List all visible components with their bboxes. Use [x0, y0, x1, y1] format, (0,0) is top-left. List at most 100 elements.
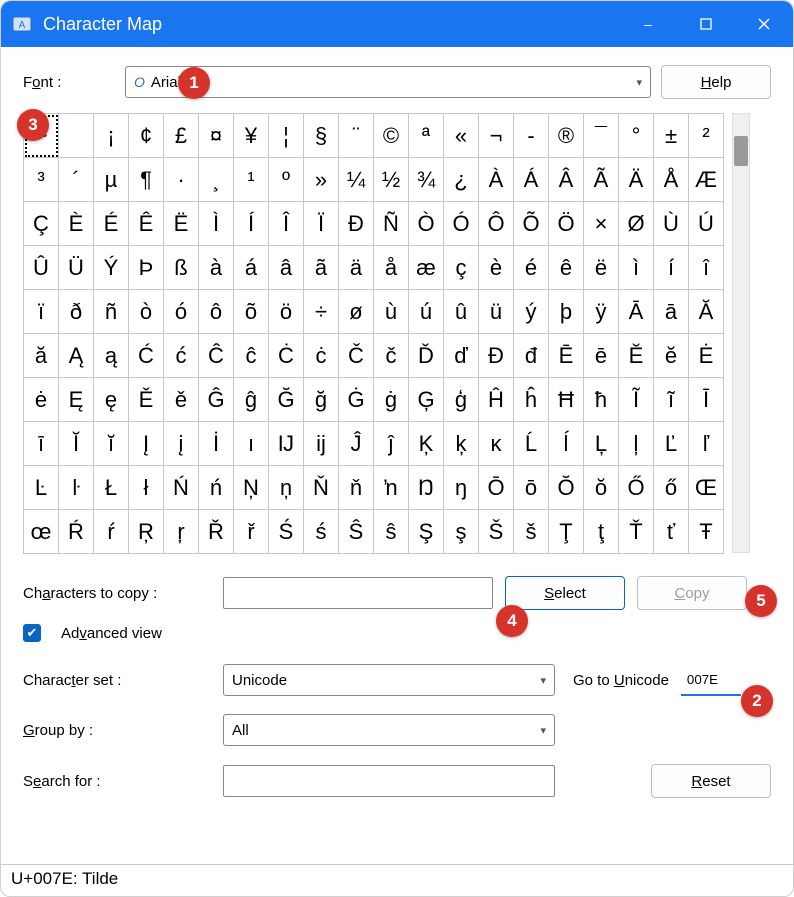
char-cell[interactable]: Č [339, 334, 374, 378]
char-cell[interactable]: ¿ [444, 158, 479, 202]
char-cell[interactable]: ī [24, 422, 59, 466]
char-cell[interactable]: ŝ [374, 510, 409, 554]
char-cell[interactable]: İ [199, 422, 234, 466]
char-cell[interactable]: ÷ [304, 290, 339, 334]
char-cell[interactable]: µ [94, 158, 129, 202]
char-cell[interactable]: ŉ [374, 466, 409, 510]
char-cell[interactable]: Ě [129, 378, 164, 422]
char-cell[interactable]: Ĵ [339, 422, 374, 466]
char-cell[interactable]: É [94, 202, 129, 246]
close-button[interactable] [735, 1, 793, 47]
char-cell[interactable]: æ [409, 246, 444, 290]
char-cell[interactable]: đ [514, 334, 549, 378]
char-cell[interactable]: ċ [304, 334, 339, 378]
char-cell[interactable]: Ĉ [199, 334, 234, 378]
reset-button[interactable]: Reset [651, 764, 771, 798]
char-cell[interactable]: ¡ [94, 114, 129, 158]
grid-scrollbar[interactable] [732, 113, 750, 553]
char-cell[interactable]: ħ [584, 378, 619, 422]
char-cell[interactable]: Ň [304, 466, 339, 510]
char-cell[interactable]: à [199, 246, 234, 290]
char-cell[interactable]: ª [409, 114, 444, 158]
char-cell[interactable]: Ľ [654, 422, 689, 466]
char-cell[interactable]: Ċ [269, 334, 304, 378]
char-cell[interactable]: Ę [59, 378, 94, 422]
char-cell[interactable]: Ì [199, 202, 234, 246]
char-cell[interactable]: Å [654, 158, 689, 202]
char-cell[interactable]: Ŏ [549, 466, 584, 510]
char-cell[interactable]: Ä [619, 158, 654, 202]
char-cell[interactable]: í [654, 246, 689, 290]
char-cell[interactable]: ŀ [59, 466, 94, 510]
search-input[interactable] [223, 765, 555, 797]
char-cell[interactable]: ğ [304, 378, 339, 422]
char-cell[interactable]: ¾ [409, 158, 444, 202]
char-cell[interactable]: ¸ [199, 158, 234, 202]
char-cell[interactable]: ¢ [129, 114, 164, 158]
char-cell[interactable]: Ú [689, 202, 724, 246]
char-cell[interactable]: È [59, 202, 94, 246]
char-cell[interactable]: Ö [549, 202, 584, 246]
char-cell[interactable]: š [514, 510, 549, 554]
char-cell[interactable]: Ĥ [479, 378, 514, 422]
char-cell[interactable]: ñ [94, 290, 129, 334]
char-cell[interactable]: ö [269, 290, 304, 334]
char-cell[interactable]: ¥ [234, 114, 269, 158]
char-cell[interactable]: ä [339, 246, 374, 290]
char-cell[interactable]: ĩ [654, 378, 689, 422]
charset-select[interactable]: Unicode ▾ [223, 664, 555, 696]
char-cell[interactable]: Š [479, 510, 514, 554]
char-cell[interactable]: Ò [409, 202, 444, 246]
char-cell[interactable]: ĵ [374, 422, 409, 466]
char-cell[interactable]: Ĝ [199, 378, 234, 422]
char-cell[interactable]: ś [304, 510, 339, 554]
char-cell[interactable]: § [304, 114, 339, 158]
char-cell[interactable]: · [164, 158, 199, 202]
char-cell[interactable]: î [689, 246, 724, 290]
char-cell[interactable]: Ŧ [689, 510, 724, 554]
char-cell[interactable]: Ù [654, 202, 689, 246]
char-cell[interactable]: Đ [479, 334, 514, 378]
char-cell[interactable]: Ť [619, 510, 654, 554]
char-cell[interactable]: ĝ [234, 378, 269, 422]
char-cell[interactable]: ê [549, 246, 584, 290]
char-cell[interactable]: ® [549, 114, 584, 158]
char-cell[interactable]: ÿ [584, 290, 619, 334]
char-cell[interactable]: ĸ [479, 422, 514, 466]
char-cell[interactable]: ŕ [94, 510, 129, 554]
char-cell[interactable]: ´ [59, 158, 94, 202]
char-cell[interactable]: Ą [59, 334, 94, 378]
char-cell[interactable]: ņ [269, 466, 304, 510]
char-cell[interactable]: ì [619, 246, 654, 290]
char-cell[interactable]: Į [129, 422, 164, 466]
char-cell[interactable]: Ğ [269, 378, 304, 422]
char-cell[interactable]: Ý [94, 246, 129, 290]
char-cell[interactable]: Ļ [584, 422, 619, 466]
char-cell[interactable]: ţ [584, 510, 619, 554]
char-cell[interactable]: Ç [24, 202, 59, 246]
char-cell[interactable]: ¼ [339, 158, 374, 202]
select-button[interactable]: Select [505, 576, 625, 610]
char-cell[interactable]: ĭ [94, 422, 129, 466]
help-button[interactable]: Help [661, 65, 771, 99]
char-cell[interactable]: ¨ [339, 114, 374, 158]
char-cell[interactable]: Ĩ [619, 378, 654, 422]
char-cell[interactable]: ¯ [584, 114, 619, 158]
char-cell[interactable]: ő [654, 466, 689, 510]
char-cell[interactable]: ½ [374, 158, 409, 202]
char-cell[interactable]: þ [549, 290, 584, 334]
char-cell[interactable]: Ê [129, 202, 164, 246]
char-cell[interactable]: è [479, 246, 514, 290]
char-cell[interactable]: × [584, 202, 619, 246]
char-cell[interactable]: ş [444, 510, 479, 554]
char-cell[interactable]: Ã [584, 158, 619, 202]
char-cell[interactable]: å [374, 246, 409, 290]
char-cell[interactable]: ĳ [304, 422, 339, 466]
char-cell[interactable]: ř [234, 510, 269, 554]
char-cell[interactable]: á [234, 246, 269, 290]
char-cell[interactable]: ¹ [234, 158, 269, 202]
groupby-select[interactable]: All ▾ [223, 714, 555, 746]
char-cell[interactable]: Í [234, 202, 269, 246]
char-cell[interactable]: ġ [374, 378, 409, 422]
char-cell[interactable]: ē [584, 334, 619, 378]
